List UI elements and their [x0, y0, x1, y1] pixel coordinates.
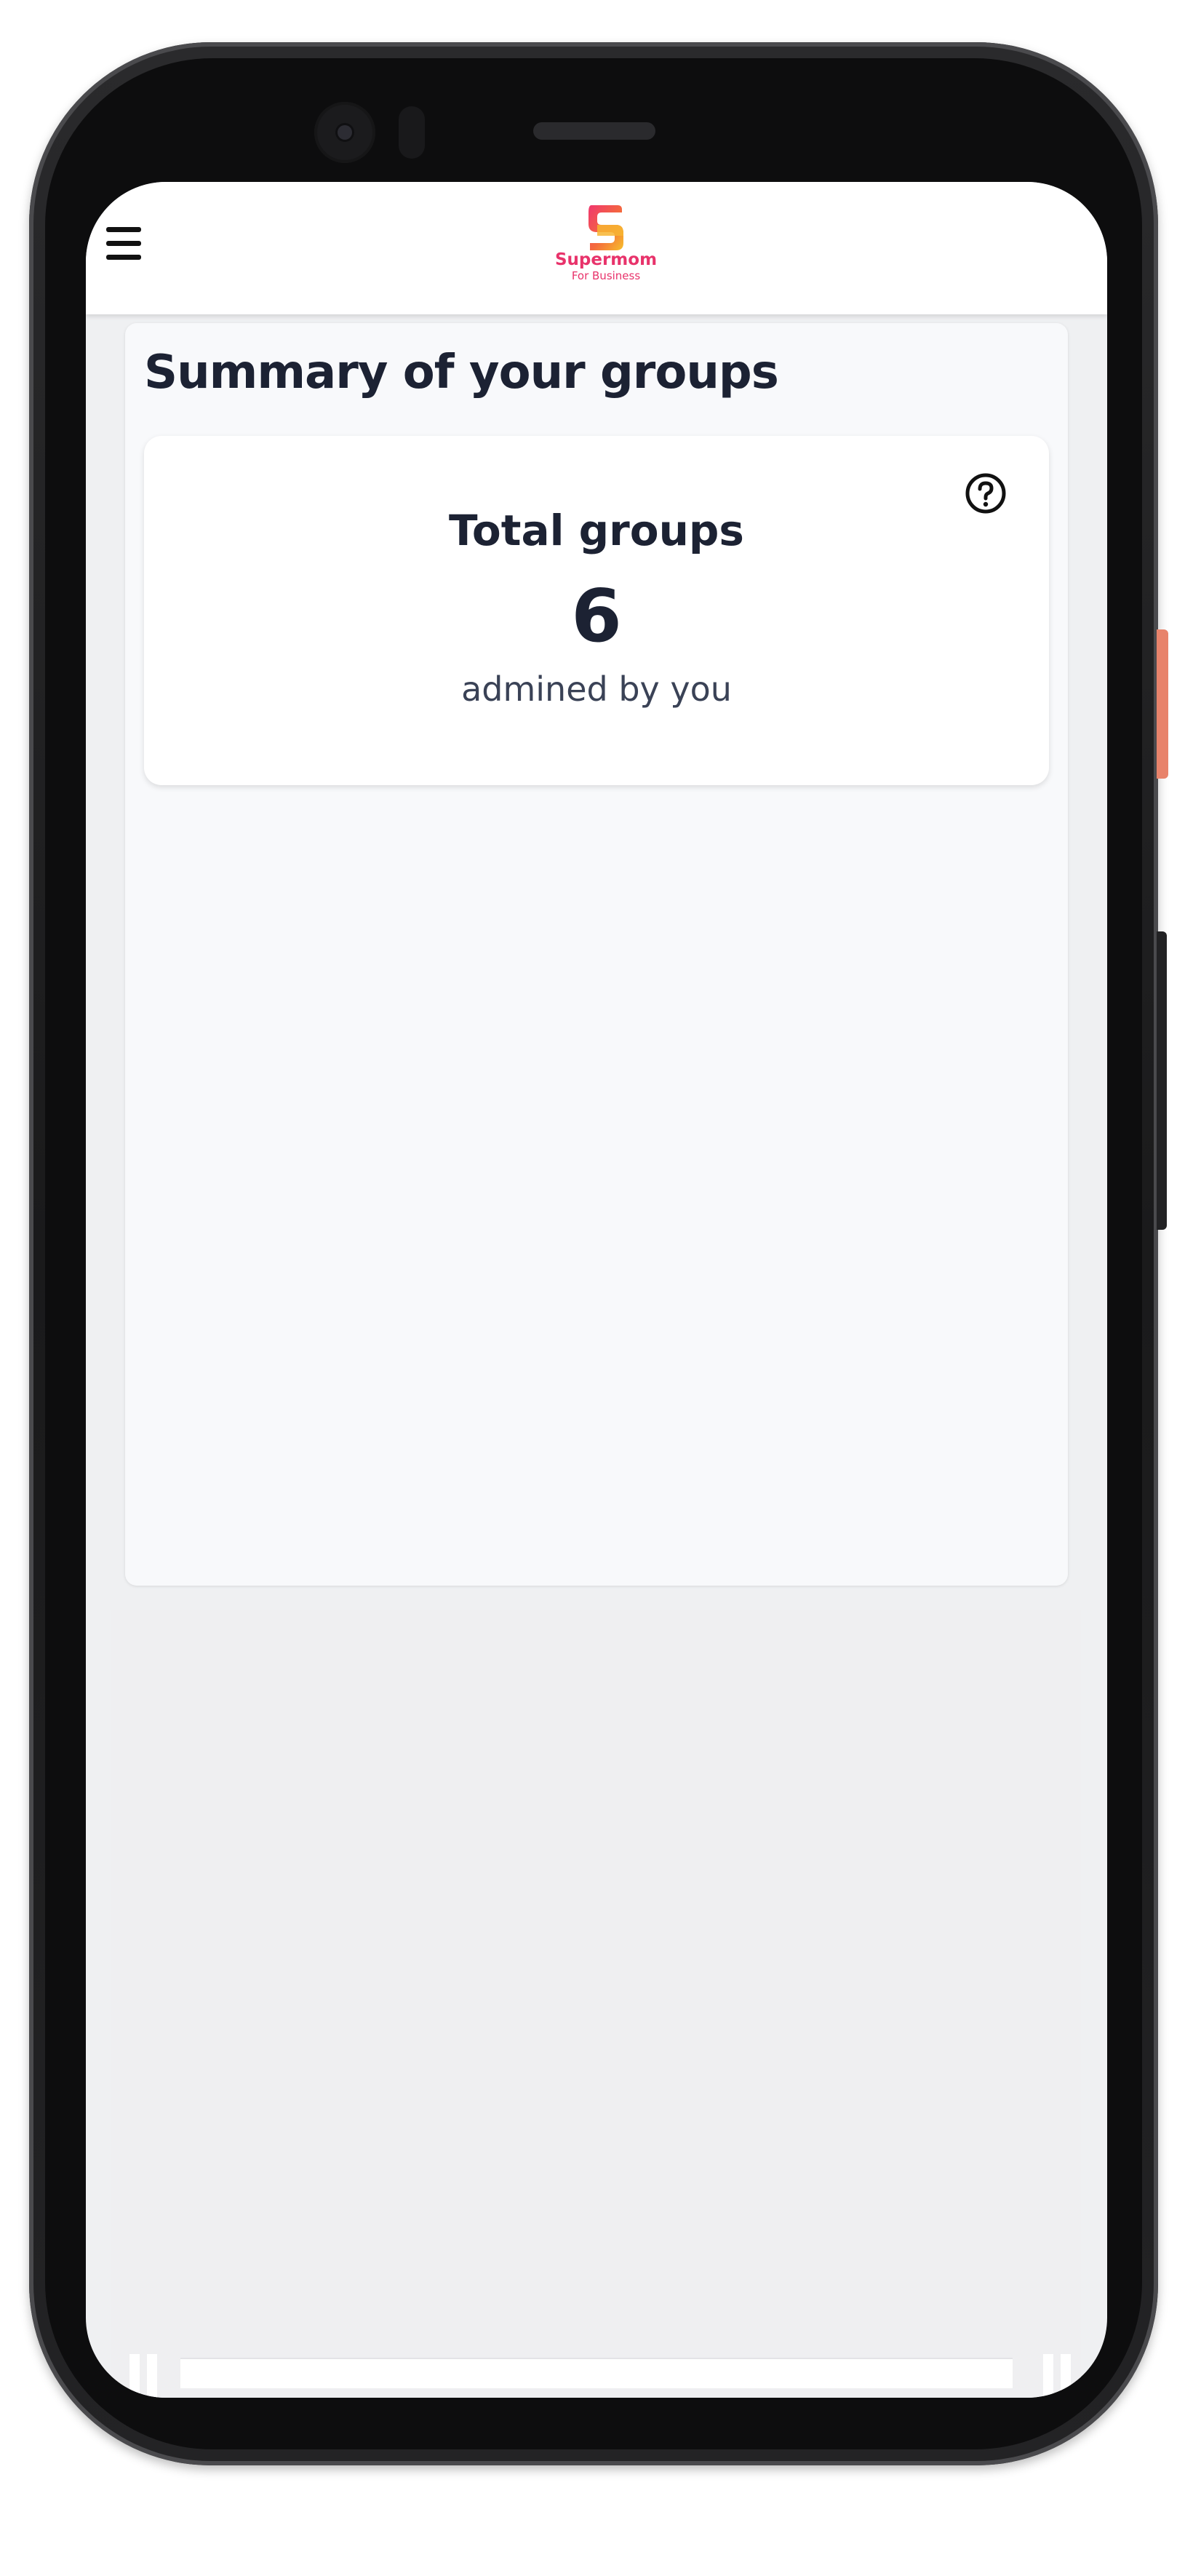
- bottom-edge-marker: [129, 2354, 140, 2398]
- bottom-bar-edge: [180, 2358, 1013, 2388]
- device-frame: Supermom For Business Summary of your gr…: [0, 0, 1193, 2576]
- summary-panel: Summary of your groups Total groups 6 ad…: [125, 323, 1068, 1586]
- supermom-logo-icon: [588, 205, 623, 250]
- app-screen: Supermom For Business Summary of your gr…: [86, 182, 1107, 2398]
- content-area-empty: [111, 1610, 1081, 2398]
- app-header: Supermom For Business: [86, 182, 1107, 314]
- total-groups-count: 6: [571, 573, 622, 659]
- page-title: Summary of your groups: [144, 346, 779, 399]
- total-groups-card: Total groups 6 admined by you: [144, 436, 1049, 785]
- stat-title: Total groups: [449, 506, 744, 555]
- volume-button: [1157, 629, 1168, 779]
- proximity-sensor: [399, 106, 425, 159]
- bottom-edge-marker: [1061, 2354, 1071, 2398]
- brand-logo[interactable]: Supermom For Business: [551, 202, 661, 297]
- front-camera-icon: [314, 102, 375, 163]
- bottom-edge-marker: [147, 2354, 157, 2398]
- bottom-edge-marker: [1043, 2354, 1053, 2398]
- stat-caption: admined by you: [461, 669, 732, 709]
- brand-subtitle: For Business: [571, 269, 641, 282]
- power-button: [1157, 931, 1167, 1230]
- brand-name: Supermom: [554, 250, 658, 269]
- earpiece-speaker: [533, 122, 655, 140]
- hamburger-menu-icon[interactable]: [106, 227, 143, 261]
